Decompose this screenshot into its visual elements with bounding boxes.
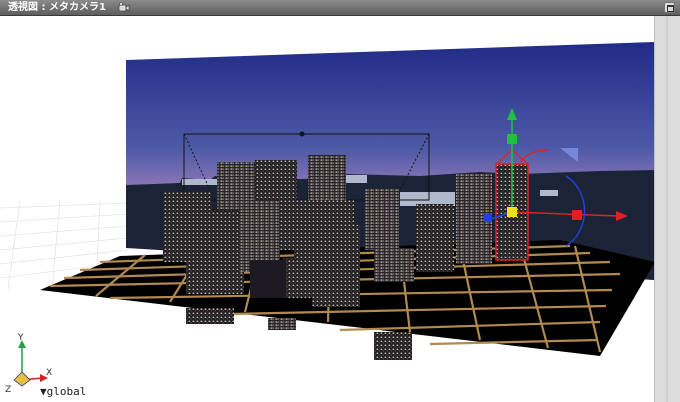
building[interactable] [365, 188, 399, 250]
gizmo-y-handle[interactable] [507, 134, 517, 144]
building[interactable] [250, 260, 286, 298]
coordinate-system-dropdown[interactable]: ▼global [40, 386, 86, 398]
gizmo-z-handle[interactable] [484, 214, 492, 222]
building[interactable] [186, 210, 244, 294]
window-title: 透視図 : メタカメラ1 [8, 2, 106, 13]
vertical-scrollbar[interactable] [654, 16, 680, 402]
scene-canvas[interactable]: Y X Z [0, 16, 680, 402]
gizmo-center[interactable] [507, 207, 517, 217]
building[interactable] [283, 258, 313, 298]
building[interactable] [416, 204, 454, 272]
axis-z-label: Z [5, 385, 11, 395]
axis-y-label: Y [17, 333, 24, 343]
3d-viewport[interactable]: Y X Z [0, 16, 680, 402]
window-restore-icon[interactable] [664, 2, 675, 13]
building[interactable] [374, 248, 414, 282]
perspective-view-window: 透視図 : メタカメラ1 Y X Z ▼global [0, 0, 680, 402]
building[interactable] [312, 225, 360, 307]
title-bar[interactable]: 透視図 : メタカメラ1 [0, 0, 680, 16]
gizmo-x-handle[interactable] [572, 210, 582, 220]
axis-x-label: X [46, 368, 52, 378]
camera-icon[interactable] [118, 2, 130, 13]
